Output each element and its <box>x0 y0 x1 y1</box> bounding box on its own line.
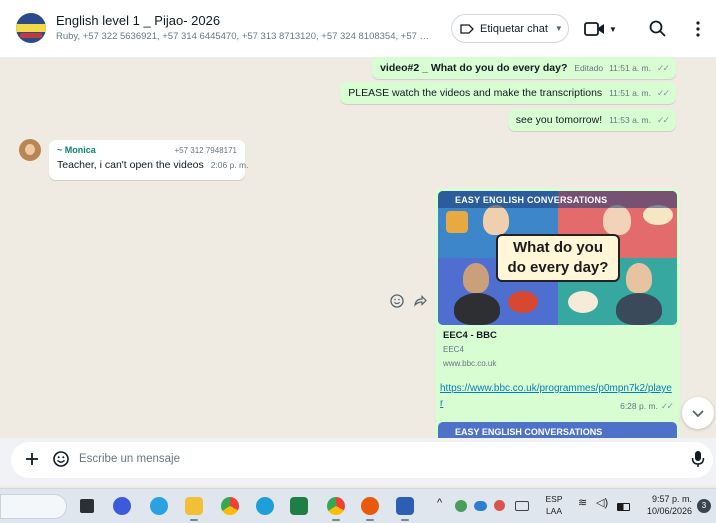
label-icon <box>460 23 474 34</box>
message-text: video#2 _ What do you do every day? <box>380 62 568 74</box>
group-members[interactable]: Ruby, +57 322 5636921, +57 314 6445470, … <box>56 31 434 42</box>
volume-icon[interactable]: ◁) <box>596 496 608 509</box>
read-receipt-icon: ✓✓ <box>660 401 674 411</box>
message-time: 6:28 p. m. ✓✓ <box>620 401 674 411</box>
tag-chat-button[interactable]: Etiquetar chat ▼ <box>451 14 569 43</box>
active-indicator <box>190 519 198 521</box>
notification-badge[interactable]: 3 <box>697 499 711 513</box>
read-receipt-icon: ✓✓ <box>656 115 670 125</box>
sender-avatar[interactable] <box>19 139 41 161</box>
edge-icon[interactable] <box>256 497 274 515</box>
message-time: 11:51 a. m. <box>609 63 651 73</box>
word-icon[interactable] <box>396 497 414 515</box>
excel-icon[interactable] <box>290 497 308 515</box>
message-outgoing[interactable]: PLEASE watch the videos and make the tra… <box>340 82 676 104</box>
battery-icon[interactable] <box>617 503 630 511</box>
message-incoming[interactable]: ~ Monica +57 312 7948171 Teacher, i can'… <box>49 140 249 180</box>
chat-header[interactable]: English level 1 _ Pijao- 2026 Ruby, +57 … <box>0 0 716 58</box>
chevron-down-icon: ▼ <box>554 24 563 33</box>
wifi-icon[interactable]: ≋ <box>578 496 587 509</box>
emoji-reaction-icon[interactable] <box>388 292 406 310</box>
file-explorer-icon[interactable] <box>185 497 203 515</box>
taskbar-clock[interactable]: 9:57 p. m. 10/06/2026 <box>640 493 692 517</box>
scroll-to-bottom-button[interactable] <box>682 397 714 429</box>
telegram-icon[interactable] <box>150 497 168 515</box>
keyboard-icon[interactable] <box>515 501 529 511</box>
tray-app-icon[interactable] <box>455 500 467 512</box>
more-options-icon[interactable] <box>691 19 705 39</box>
message-time: 2:06 p. m. <box>210 160 249 170</box>
input-language-indicator[interactable]: ESP LAA <box>543 493 565 517</box>
tray-app2-icon[interactable] <box>494 500 505 511</box>
active-indicator <box>332 519 340 521</box>
sender-phone: +57 312 7948171 <box>174 146 237 155</box>
preview-banner: EASY ENGLISH CONVERSATIONS <box>438 191 677 208</box>
read-receipt-icon: ✓✓ <box>656 88 670 98</box>
thumbnail-headline: What do you do every day? <box>496 234 620 282</box>
message-text: PLEASE watch the videos and make the tra… <box>348 87 603 99</box>
message-time: 11:51 a. m. <box>609 88 651 98</box>
chrome-icon[interactable] <box>221 497 239 515</box>
preview-banner: EASY ENGLISH CONVERSATIONS <box>455 427 603 437</box>
message-text: Teacher, i can't open the videos <box>57 159 204 171</box>
microphone-icon[interactable] <box>689 449 707 469</box>
chrome-profile-icon[interactable] <box>327 497 345 515</box>
search-icon[interactable] <box>648 19 668 39</box>
link-preview-message[interactable]: EASY ENGLISH CONVERSATIONS What do you d… <box>435 188 680 424</box>
edited-label: Editado <box>574 63 604 73</box>
show-hidden-icons-icon[interactable]: ^ <box>437 497 442 509</box>
message-outgoing[interactable]: see you tomorrow! 11:53 a. m. ✓✓ <box>507 109 676 131</box>
active-indicator <box>366 519 374 521</box>
preview-domain: www.bbc.co.uk <box>443 359 497 368</box>
emoji-icon[interactable] <box>51 449 71 469</box>
forward-icon[interactable] <box>411 292 429 310</box>
read-receipt-icon: ✓✓ <box>656 63 670 73</box>
message-outgoing[interactable]: video#2 _ What do you do every day? Edit… <box>372 57 676 79</box>
preview-subtitle: EEC4 <box>443 345 464 354</box>
group-title[interactable]: English level 1 _ Pijao- 2026 <box>56 13 220 28</box>
message-text: see you tomorrow! <box>515 114 603 126</box>
active-indicator <box>401 519 409 521</box>
tray-cloud-icon[interactable] <box>474 501 487 511</box>
message-input[interactable] <box>79 450 659 468</box>
task-view-icon[interactable] <box>80 499 94 513</box>
windows-taskbar <box>0 488 716 523</box>
tag-chat-label: Etiquetar chat <box>480 22 548 35</box>
attach-plus-icon[interactable] <box>22 449 42 469</box>
group-avatar[interactable] <box>16 13 46 43</box>
video-call-button[interactable]: ▼ <box>584 20 618 38</box>
video-thumbnail[interactable]: EASY ENGLISH CONVERSATIONS What do you d… <box>438 191 677 325</box>
video-camera-icon <box>584 22 604 36</box>
chevron-down-icon <box>692 410 704 418</box>
chevron-down-icon: ▼ <box>609 24 617 34</box>
preview-title: EEC4 - BBC <box>443 330 497 341</box>
copilot-icon[interactable] <box>113 497 131 515</box>
firefox-icon[interactable] <box>361 497 379 515</box>
message-time: 11:53 a. m. <box>609 115 651 125</box>
taskbar-search-box[interactable] <box>0 494 67 519</box>
